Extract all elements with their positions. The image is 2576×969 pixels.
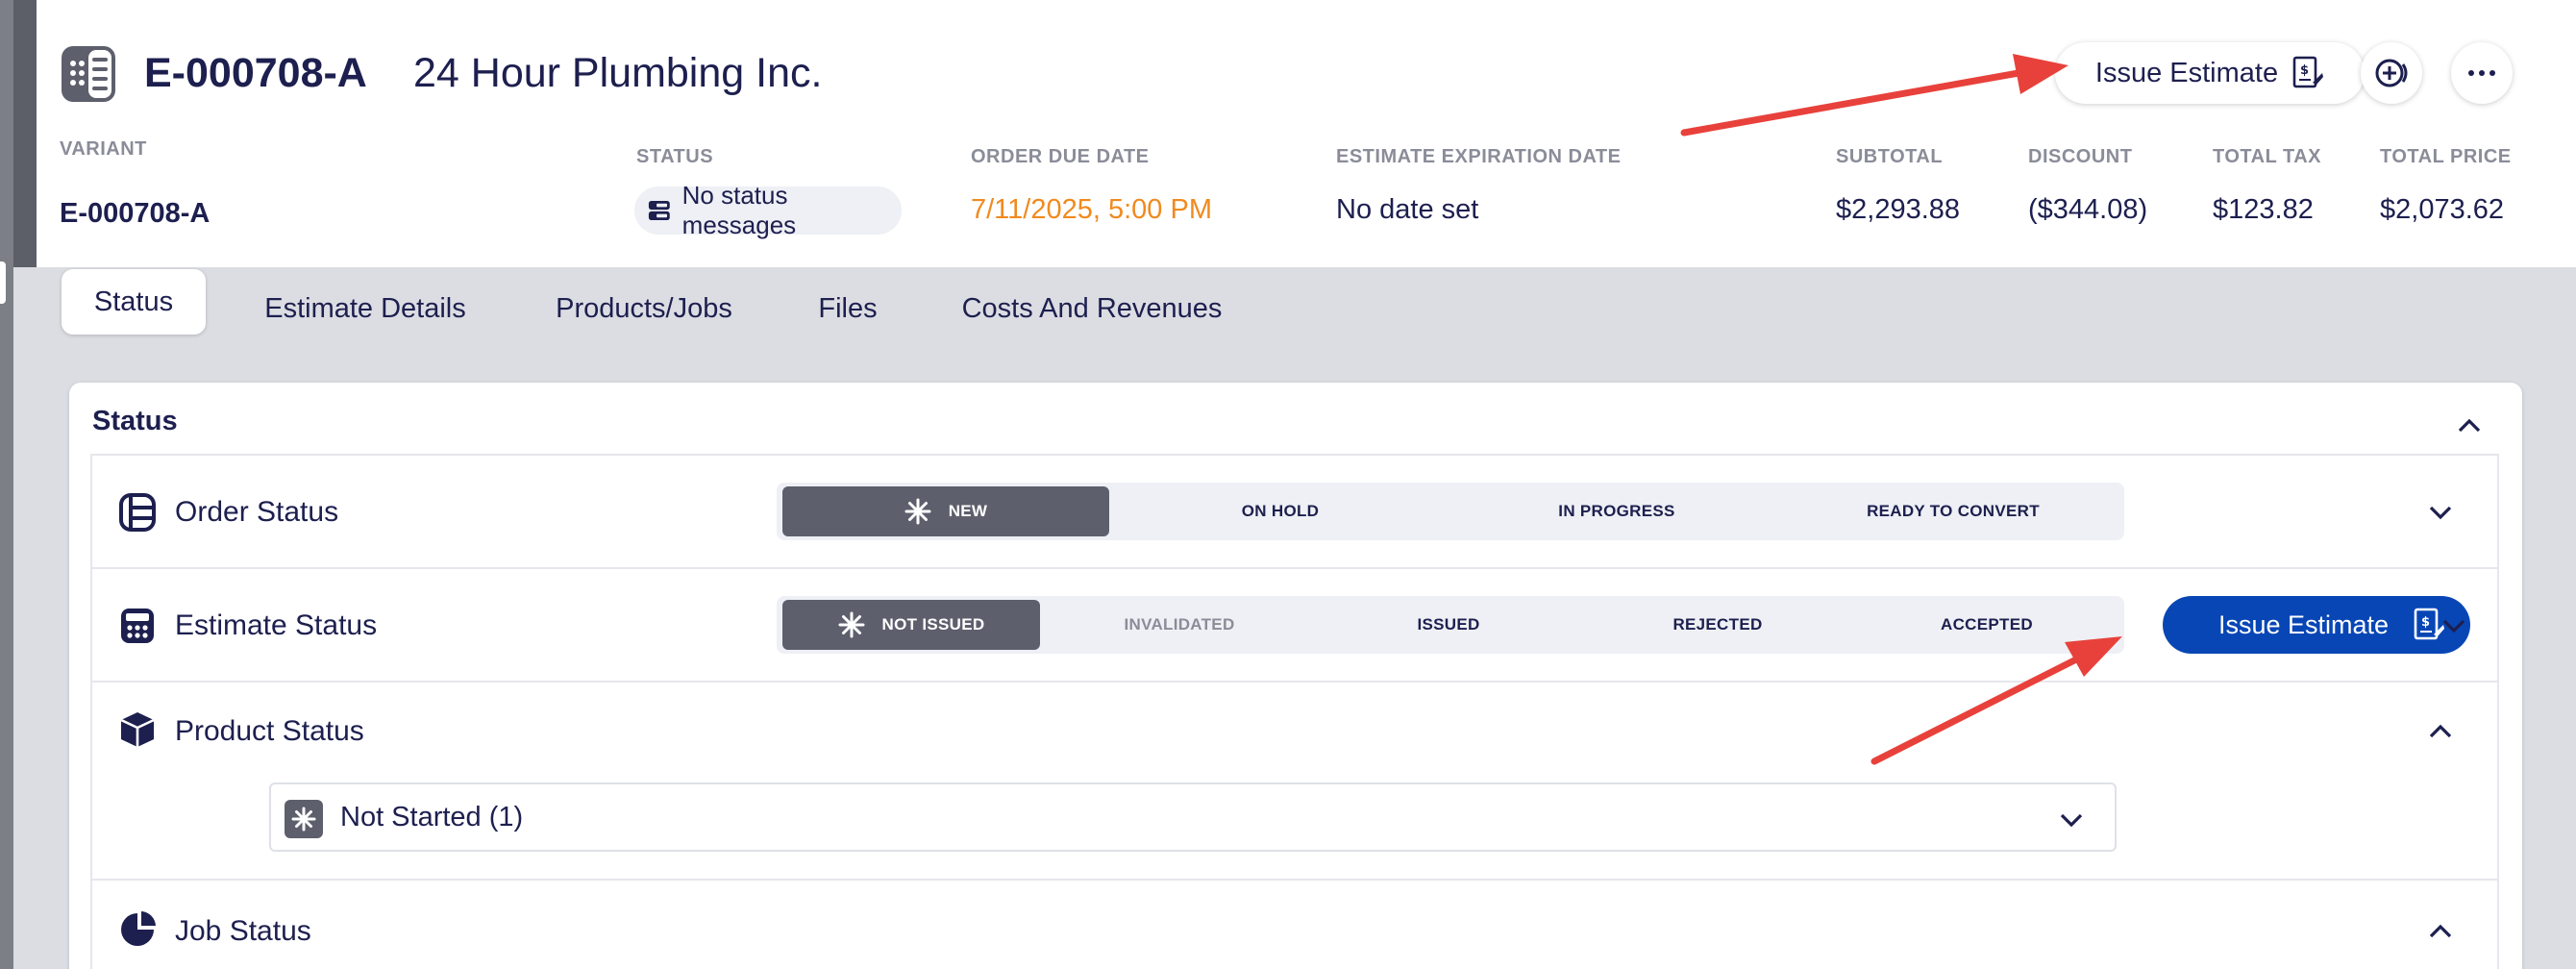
more-horizontal-icon	[2468, 70, 2495, 76]
estimate-status-option-rejected[interactable]: REJECTED	[1588, 600, 1847, 650]
tab-estimate-details[interactable]: Estimate Details	[252, 281, 479, 336]
box-icon	[120, 712, 155, 747]
order-status-title: Order Status	[175, 496, 339, 528]
svg-text:$: $	[2421, 615, 2430, 630]
more-options-button[interactable]	[2451, 42, 2513, 104]
pie-chart-icon	[121, 911, 156, 946]
order-status-option-in-progress[interactable]: IN PROGRESS	[1453, 486, 1780, 536]
status-value: No status messages	[681, 181, 797, 239]
asterisk-icon	[838, 611, 865, 638]
order-status-selector: NEW ON HOLD IN PROGRESS READY TO CONVERT	[777, 483, 2124, 540]
rail-handle[interactable]	[0, 261, 6, 304]
product-status-row: Product Status Not Started (1)	[90, 681, 2499, 879]
chevron-up-icon[interactable]	[2426, 917, 2455, 946]
total-price-label: TOTAL PRICE	[2380, 146, 2512, 167]
status-label: STATUS	[636, 146, 714, 167]
product-status-title: Product Status	[175, 715, 364, 747]
expiration-date-value: No date set	[1336, 194, 1479, 225]
estimate-document-icon: $	[2292, 56, 2324, 88]
estimate-status-title: Estimate Status	[175, 609, 378, 641]
tab-status[interactable]: Status	[62, 269, 206, 335]
status-card-title: Status	[92, 406, 178, 436]
total-tax-label: TOTAL TAX	[2213, 146, 2322, 167]
tab-costs-and-revenues[interactable]: Costs And Revenues	[957, 281, 1226, 336]
discount-label: DISCOUNT	[2028, 146, 2133, 167]
header-issue-estimate-button[interactable]: Issue Estimate $	[2055, 42, 2365, 104]
estimate-status-option-invalidated: INVALIDATED	[1124, 615, 1235, 634]
issue-estimate-label: Issue Estimate	[2094, 57, 2279, 88]
tab-products-jobs[interactable]: Products/Jobs	[548, 281, 740, 336]
job-status-title: Job Status	[175, 915, 311, 947]
chevron-up-icon[interactable]	[2426, 717, 2455, 746]
status-messages-icon	[648, 200, 670, 221]
svg-text:$: $	[2300, 63, 2309, 78]
expiration-date-label: ESTIMATE EXPIRATION DATE	[1336, 146, 1622, 167]
variant-value: E-000708-A	[60, 198, 211, 229]
estimate-status-option-accepted[interactable]: ACCEPTED	[1857, 600, 2117, 650]
tab-files[interactable]: Files	[811, 281, 884, 336]
order-status-icon	[119, 493, 156, 532]
issue-estimate-button-label: Issue Estimate	[2218, 609, 2390, 639]
chevron-down-icon[interactable]	[2426, 498, 2455, 527]
due-date-value: 7/11/2025, 5:00 PM	[971, 194, 1212, 225]
estimate-header: E-000708-A 24 Hour Plumbing Inc. Issue E…	[37, 0, 2576, 267]
left-rail	[0, 0, 13, 969]
order-id: E-000708-A	[144, 50, 367, 96]
total-tax-value: $123.82	[2213, 194, 2314, 225]
estimate-status-option-issued[interactable]: ISSUED	[1319, 600, 1578, 650]
add-circle-button[interactable]	[2361, 42, 2422, 104]
order-status-row: Order Status NEW ON HOLD IN PROGRESS REA…	[90, 454, 2499, 567]
subtotal-label: SUBTOTAL	[1836, 146, 1944, 167]
discount-value: ($344.08)	[2028, 194, 2148, 225]
asterisk-icon	[904, 498, 931, 525]
estimate-status-option-not-issued[interactable]: NOT ISSUED	[782, 600, 1040, 650]
chevron-down-icon[interactable]	[2440, 611, 2468, 640]
order-status-option-ready-to-convert[interactable]: READY TO CONVERT	[1790, 486, 2117, 536]
job-status-row: Job Status	[90, 879, 2499, 969]
asterisk-badge	[285, 800, 323, 838]
company-name: 24 Hour Plumbing Inc.	[413, 50, 823, 96]
estimate-status-row: Estimate Status NOT ISSUED INVALIDATED I…	[90, 567, 2499, 681]
total-price-value: $2,073.62	[2380, 194, 2505, 225]
status-card: Status Order Status NEW ON HOLD IN PROGR…	[69, 383, 2522, 969]
product-status-select[interactable]: Not Started (1)	[269, 783, 2117, 852]
left-rail-header	[13, 0, 37, 267]
calculator-icon	[121, 609, 154, 643]
subtotal-value: $2,293.88	[1836, 194, 1961, 225]
calculator-icon	[62, 46, 115, 102]
estimate-status-selector: NOT ISSUED INVALIDATED ISSUED REJECTED A…	[777, 596, 2124, 654]
asterisk-icon	[291, 807, 316, 832]
due-date-label: ORDER DUE DATE	[971, 146, 1150, 167]
chevron-down-icon	[2060, 813, 2083, 828]
issue-estimate-button[interactable]: Issue Estimate $	[2163, 596, 2470, 654]
add-circle-icon	[2375, 59, 2408, 87]
product-status-value: Not Started (1)	[340, 802, 524, 832]
order-status-option-on-hold[interactable]: ON HOLD	[1117, 486, 1444, 536]
order-status-option-new[interactable]: NEW	[782, 486, 1109, 536]
variant-label: VARIANT	[60, 138, 147, 160]
status-pill: No status messages	[634, 181, 902, 239]
chevron-up-icon[interactable]	[2455, 411, 2484, 440]
